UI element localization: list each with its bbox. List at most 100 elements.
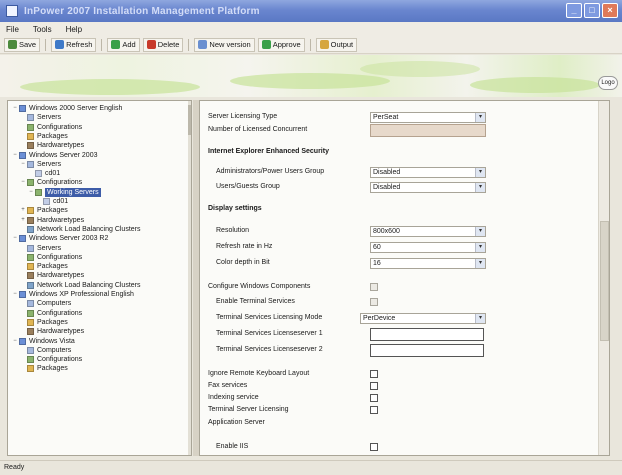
servers-icon <box>27 160 34 168</box>
tree-item[interactable]: Configurations <box>20 253 82 262</box>
property-dropdown[interactable]: 60 ▾ <box>370 242 486 253</box>
tree-expander-icon[interactable]: − <box>12 290 18 299</box>
tree-item[interactable]: Packages <box>20 132 68 141</box>
tree-item-label: Computers <box>37 300 72 308</box>
tree-expander-icon[interactable]: − <box>20 160 26 169</box>
tree-scrollbar[interactable] <box>188 101 191 455</box>
menu-item-2[interactable]: Help <box>66 25 82 34</box>
menu-item-0[interactable]: File <box>6 25 19 34</box>
property-label: Application Server <box>208 419 265 426</box>
tree-expander-icon[interactable]: + <box>20 206 26 215</box>
servers-icon <box>27 244 34 252</box>
tree-item[interactable]: Hardwaretypes <box>20 327 84 336</box>
property-dropdown[interactable]: 800x600 ▾ <box>370 226 486 237</box>
tree-item[interactable]: + Hardwaretypes <box>20 216 84 225</box>
toolbar-icon <box>319 40 329 49</box>
tree-item[interactable]: + Packages <box>20 206 68 215</box>
toolbar-button-6[interactable]: Output <box>315 37 358 52</box>
tree-expander-icon[interactable]: − <box>28 188 34 197</box>
tree-item[interactable]: Network Load Balancing Clusters <box>20 281 141 290</box>
tree-item[interactable]: − Windows Vista <box>12 337 75 346</box>
property-dropdown[interactable]: Disabled ▾ <box>370 182 486 193</box>
tree-item[interactable]: − Windows 2000 Server English <box>12 104 122 113</box>
properties-scroll-thumb[interactable] <box>600 221 609 341</box>
chevron-down-icon[interactable]: ▾ <box>475 259 485 268</box>
property-label: Internet Explorer Enhanced Security <box>208 148 329 155</box>
tree-item[interactable]: Configurations <box>20 355 82 364</box>
tree-item[interactable]: Servers <box>20 244 61 253</box>
tree-item[interactable]: Computers <box>20 346 71 355</box>
property-dropdown[interactable]: Disabled ▾ <box>370 167 486 178</box>
tree-item[interactable]: Packages <box>20 318 68 327</box>
tree-item-label: Hardwaretypes <box>37 142 85 150</box>
chevron-down-icon[interactable]: ▾ <box>475 168 485 177</box>
banner-logo-button[interactable]: Logo <box>598 76 618 90</box>
property-dropdown[interactable]: PerDevice ▾ <box>360 313 486 324</box>
tree-expander-icon[interactable]: − <box>12 234 18 243</box>
tree-item-label: Packages <box>37 132 68 140</box>
property-checkbox[interactable] <box>370 406 378 414</box>
toolbar-button-0[interactable]: Save <box>4 37 41 52</box>
toolbar-icon <box>261 40 271 49</box>
maximize-button[interactable]: □ <box>584 3 600 18</box>
toolbar-button-3[interactable]: Delete <box>142 37 184 52</box>
tree-item[interactable]: Configurations <box>20 123 82 132</box>
tree-item[interactable]: Hardwaretypes <box>20 271 84 280</box>
tree-item[interactable]: − Working Servers <box>28 187 101 197</box>
chevron-down-icon[interactable]: ▾ <box>475 113 485 122</box>
tree-item[interactable]: − Servers <box>20 160 61 169</box>
menu-item-1[interactable]: Tools <box>33 25 52 34</box>
tree-item[interactable]: Packages <box>20 262 68 271</box>
chevron-down-icon[interactable]: ▾ <box>475 243 485 252</box>
property-checkbox[interactable] <box>370 370 378 378</box>
tree-expander-icon[interactable]: − <box>12 337 18 346</box>
tree-item[interactable]: − Windows XP Professional English <box>12 290 134 299</box>
tree-item[interactable]: cd01 <box>28 169 60 178</box>
package-icon <box>27 207 34 215</box>
tree-expander-icon[interactable]: + <box>20 216 26 225</box>
tree-expander-icon[interactable]: − <box>12 104 18 113</box>
tree-item[interactable]: − Windows Server 2003 <box>12 151 97 160</box>
close-button[interactable]: × <box>602 3 618 18</box>
navigation-tree[interactable]: − Windows 2000 Server English Servers Confi… <box>7 100 192 456</box>
property-checkbox[interactable] <box>370 382 378 390</box>
toolbar-separator <box>309 38 311 51</box>
tree-item-label: Windows Vista <box>29 337 75 345</box>
property-checkbox <box>370 283 378 291</box>
property-label: Ignore Remote Keyboard Layout <box>208 370 310 377</box>
package-icon <box>27 263 34 271</box>
toolbar-button-2[interactable]: Add <box>107 37 140 52</box>
minimize-button[interactable]: _ <box>566 3 582 18</box>
tree-item[interactable]: Servers <box>20 113 61 122</box>
tree-item[interactable]: Hardwaretypes <box>20 141 84 150</box>
toolbar-button-1[interactable]: Refresh <box>51 37 97 52</box>
chevron-down-icon[interactable]: ▾ <box>475 183 485 192</box>
dropdown-value: PerDevice <box>363 315 396 322</box>
properties-scrollbar[interactable] <box>598 101 609 455</box>
tree-item[interactable]: Network Load Balancing Clusters <box>20 225 141 234</box>
property-dropdown[interactable]: 16 ▾ <box>370 258 486 269</box>
chevron-down-icon[interactable]: ▾ <box>475 227 485 236</box>
tree-expander-icon[interactable]: − <box>20 178 26 187</box>
toolbar-button-5[interactable]: Approve <box>257 37 305 52</box>
property-text-field[interactable] <box>370 344 484 357</box>
title-bar: InPower 2007 Installation Management Pla… <box>0 0 622 22</box>
tree-item[interactable]: − Windows Server 2003 R2 <box>12 234 108 243</box>
property-checkbox[interactable] <box>370 443 378 451</box>
property-dropdown[interactable]: PerSeat ▾ <box>370 112 486 123</box>
tree-item[interactable]: Configurations <box>20 309 82 318</box>
property-label: Enable Terminal Services <box>216 298 295 305</box>
toolbar-button-4[interactable]: New version <box>194 37 255 52</box>
tree-item-label: Computers <box>37 346 72 354</box>
tree-scroll-thumb[interactable] <box>188 105 191 135</box>
tree-item[interactable]: Computers <box>20 299 71 308</box>
tree-item[interactable]: Packages <box>20 364 68 373</box>
chevron-down-icon[interactable]: ▾ <box>475 314 485 323</box>
tree-item-label: cd01 <box>53 198 69 205</box>
property-checkbox[interactable] <box>370 394 378 402</box>
tree-item[interactable]: cd01 <box>36 197 68 206</box>
property-text-field[interactable] <box>370 328 484 341</box>
os-icon <box>19 235 26 243</box>
tree-expander-icon[interactable]: − <box>12 151 18 160</box>
tree-item[interactable]: − Configurations <box>20 178 82 187</box>
